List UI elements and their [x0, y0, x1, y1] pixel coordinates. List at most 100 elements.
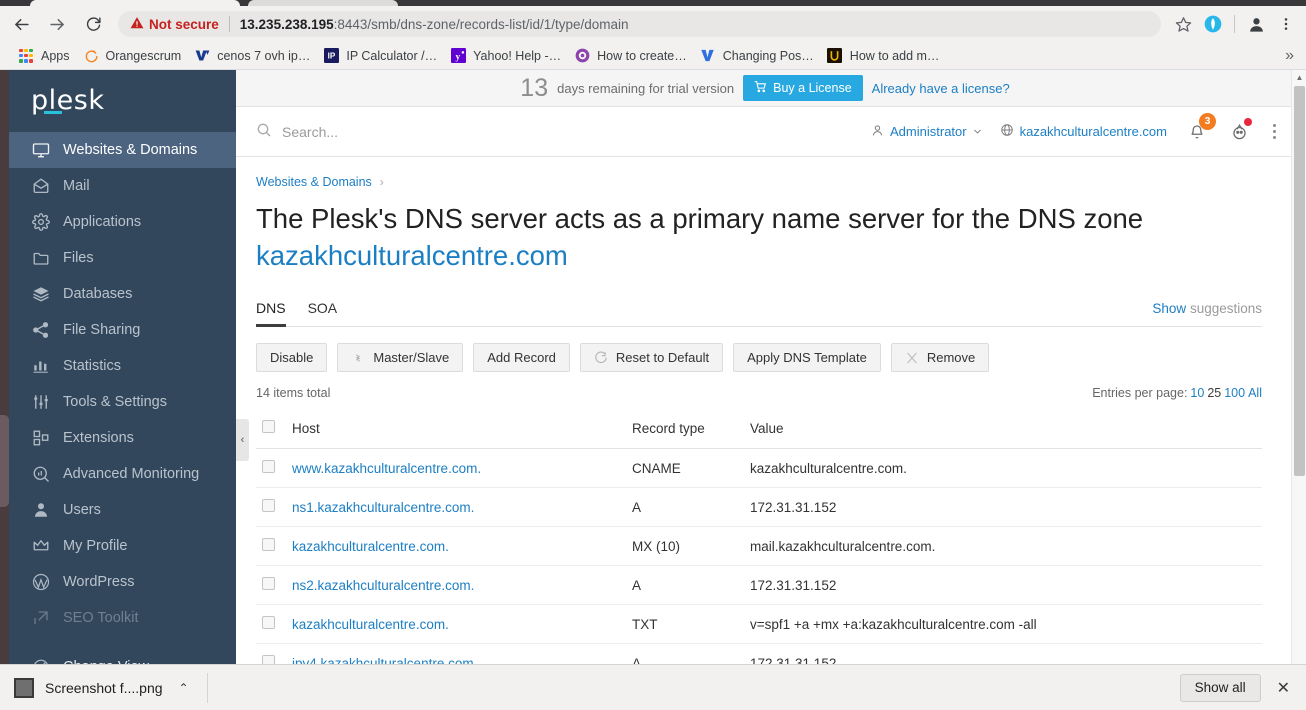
- table-row[interactable]: www.kazakhculturalcentre.com. CNAME kaza…: [256, 448, 1262, 489]
- row-host-link[interactable]: kazakhculturalcentre.com.: [292, 539, 449, 554]
- reset-icon: [594, 351, 608, 365]
- kebab-menu-icon[interactable]: [1269, 124, 1280, 139]
- bookmark-how-to-create[interactable]: How to create…: [570, 46, 696, 66]
- row-host-link[interactable]: www.kazakhculturalcentre.com.: [292, 461, 481, 476]
- breadcrumb[interactable]: Websites & Domains ›: [256, 175, 1262, 189]
- bookmark-apps[interactable]: Apps: [14, 46, 79, 66]
- sidebar-item-seo-toolkit[interactable]: SEO Toolkit: [9, 600, 236, 636]
- bookmark-ip-calculator[interactable]: IP IP Calculator /…: [319, 46, 446, 66]
- browser-toolbar: Not secure 13.235.238.195:8443/smb/dns-z…: [0, 6, 1306, 42]
- bookmark-how-to-add[interactable]: How to add m…: [823, 46, 949, 66]
- current-domain-link[interactable]: kazakhculturalcentre.com: [1000, 123, 1167, 140]
- sidebar-item-websites-domains[interactable]: Websites & Domains: [9, 132, 236, 168]
- master-slave-button[interactable]: Master/Slave: [337, 343, 464, 373]
- tab-soa[interactable]: SOA: [308, 300, 338, 326]
- table-row[interactable]: kazakhculturalcentre.com. TXT v=spf1 +a …: [256, 604, 1262, 645]
- address-bar[interactable]: Not secure 13.235.238.195:8443/smb/dns-z…: [118, 11, 1161, 37]
- page-title-zone-link[interactable]: kazakhculturalcentre.com: [256, 240, 568, 271]
- add-record-button[interactable]: Add Record: [473, 343, 570, 373]
- sidebar-item-my-profile[interactable]: My Profile: [9, 528, 236, 564]
- sidebar-item-tools-settings[interactable]: Tools & Settings: [9, 384, 236, 420]
- row-checkbox[interactable]: [262, 577, 275, 591]
- administrator-menu[interactable]: Administrator: [871, 124, 982, 140]
- breadcrumb-link[interactable]: Websites & Domains: [256, 175, 372, 189]
- sidebar-item-applications[interactable]: Applications: [9, 204, 236, 240]
- sidebar-item-users[interactable]: Users: [9, 492, 236, 528]
- search-input[interactable]: Search...: [256, 122, 338, 141]
- url-host: 13.235.238.195: [239, 16, 334, 32]
- table-row[interactable]: ns1.kazakhculturalcentre.com. A 172.31.3…: [256, 487, 1262, 528]
- entries-option-25[interactable]: 25: [1207, 386, 1221, 400]
- sidebar-item-files[interactable]: Files: [9, 240, 236, 276]
- table-row[interactable]: ns2.kazakhculturalcentre.com. A 172.31.3…: [256, 565, 1262, 606]
- sidebar-item-label: SEO Toolkit: [63, 610, 139, 626]
- notifications-button[interactable]: 3: [1185, 112, 1216, 144]
- already-have-license-link[interactable]: Already have a license?: [872, 81, 1010, 96]
- window-edge-handle[interactable]: [0, 415, 9, 507]
- extension-icon[interactable]: [1199, 10, 1227, 38]
- bookmark-star-icon[interactable]: [1169, 10, 1197, 38]
- column-host[interactable]: Host: [286, 412, 626, 450]
- plesk-logo[interactable]: plesk: [9, 70, 236, 130]
- sidebar-item-wordpress[interactable]: WordPress: [9, 564, 236, 600]
- show-suggestions-link[interactable]: Show: [1152, 301, 1186, 316]
- sidebar-item-statistics[interactable]: Statistics: [9, 348, 236, 384]
- sidebar-item-label: Mail: [63, 178, 90, 194]
- remove-button[interactable]: Remove: [890, 343, 990, 373]
- bookmark-orangescrum[interactable]: Orangescrum: [79, 46, 191, 66]
- entries-option-10[interactable]: 10: [1190, 386, 1204, 400]
- reload-icon[interactable]: [78, 9, 108, 39]
- sidebar-item-databases[interactable]: Databases: [9, 276, 236, 312]
- row-host: www.kazakhculturalcentre.com.: [286, 448, 626, 489]
- row-host-link[interactable]: ns2.kazakhculturalcentre.com.: [292, 578, 474, 593]
- column-value[interactable]: Value: [744, 412, 1262, 450]
- entries-option-all[interactable]: All: [1248, 386, 1262, 400]
- forward-arrow-icon[interactable]: [42, 9, 72, 39]
- row-checkbox[interactable]: [262, 499, 275, 513]
- close-downloads-icon[interactable]: ✕: [1277, 678, 1290, 698]
- page-content: Websites & Domains › The Plesk's DNS ser…: [236, 157, 1294, 684]
- database-stack-icon: [31, 285, 50, 304]
- sidebar-item-mail[interactable]: Mail: [9, 168, 236, 204]
- bookmarks-overflow-icon[interactable]: »: [1285, 47, 1294, 65]
- table-row[interactable]: kazakhculturalcentre.com. MX (10) mail.k…: [256, 526, 1262, 567]
- dns-records-table: Host Record type Value www.kazakhcultura…: [256, 412, 1262, 684]
- row-checkbox[interactable]: [262, 460, 275, 474]
- chrome-menu-icon[interactable]: [1272, 10, 1300, 38]
- show-all-downloads-button[interactable]: Show all: [1179, 673, 1261, 702]
- entries-option-100[interactable]: 100: [1224, 386, 1245, 400]
- table-header-row: Host Record type Value: [256, 412, 1262, 450]
- bookmark-label: Changing Pos…: [722, 48, 814, 63]
- download-item[interactable]: Screenshot f....png ⌃: [14, 677, 189, 698]
- sidebar-item-file-sharing[interactable]: File Sharing: [9, 312, 236, 348]
- row-host-link[interactable]: kazakhculturalcentre.com.: [292, 617, 449, 632]
- row-checkbox[interactable]: [262, 538, 275, 552]
- row-host-link[interactable]: ns1.kazakhculturalcentre.com.: [292, 500, 474, 515]
- profile-avatar-icon[interactable]: [1242, 10, 1270, 38]
- bookmark-changing-pos[interactable]: Changing Pos…: [696, 46, 823, 66]
- page-scrollbar[interactable]: ▲ ▼: [1291, 70, 1306, 710]
- sidebar-collapse-handle[interactable]: ‹: [236, 419, 249, 461]
- column-record-type[interactable]: Record type: [626, 412, 744, 450]
- bookmarks-bar: Apps Orangescrum cenos 7 ovh ip… IP IP C…: [0, 42, 1306, 70]
- reset-to-default-button[interactable]: Reset to Default: [579, 343, 724, 373]
- tab-dns[interactable]: DNS: [256, 300, 286, 328]
- back-arrow-icon[interactable]: [6, 9, 36, 39]
- whats-new-button[interactable]: [1227, 117, 1252, 144]
- scroll-up-icon[interactable]: ▲: [1292, 70, 1306, 85]
- sidebar-item-advanced-monitoring[interactable]: Advanced Monitoring: [9, 456, 236, 492]
- bookmark-yahoo-help[interactable]: y Yahoo! Help -…: [446, 46, 570, 66]
- chevron-up-icon[interactable]: ⌃: [179, 681, 189, 695]
- sidebar-item-extensions[interactable]: Extensions: [9, 420, 236, 456]
- svg-text:IP: IP: [328, 52, 336, 61]
- bookmark-cenos[interactable]: cenos 7 ovh ip…: [190, 46, 319, 66]
- apply-dns-template-button[interactable]: Apply DNS Template: [733, 343, 881, 373]
- buy-license-button[interactable]: Buy a License: [743, 75, 863, 101]
- bar-chart-icon: [31, 357, 50, 376]
- not-secure-indicator[interactable]: Not secure: [130, 16, 219, 33]
- select-all-checkbox[interactable]: [262, 420, 275, 434]
- disable-button[interactable]: Disable: [256, 343, 328, 373]
- row-checkbox[interactable]: [262, 616, 275, 630]
- scrollbar-thumb[interactable]: [1294, 86, 1305, 476]
- administrator-label: Administrator: [890, 124, 967, 139]
